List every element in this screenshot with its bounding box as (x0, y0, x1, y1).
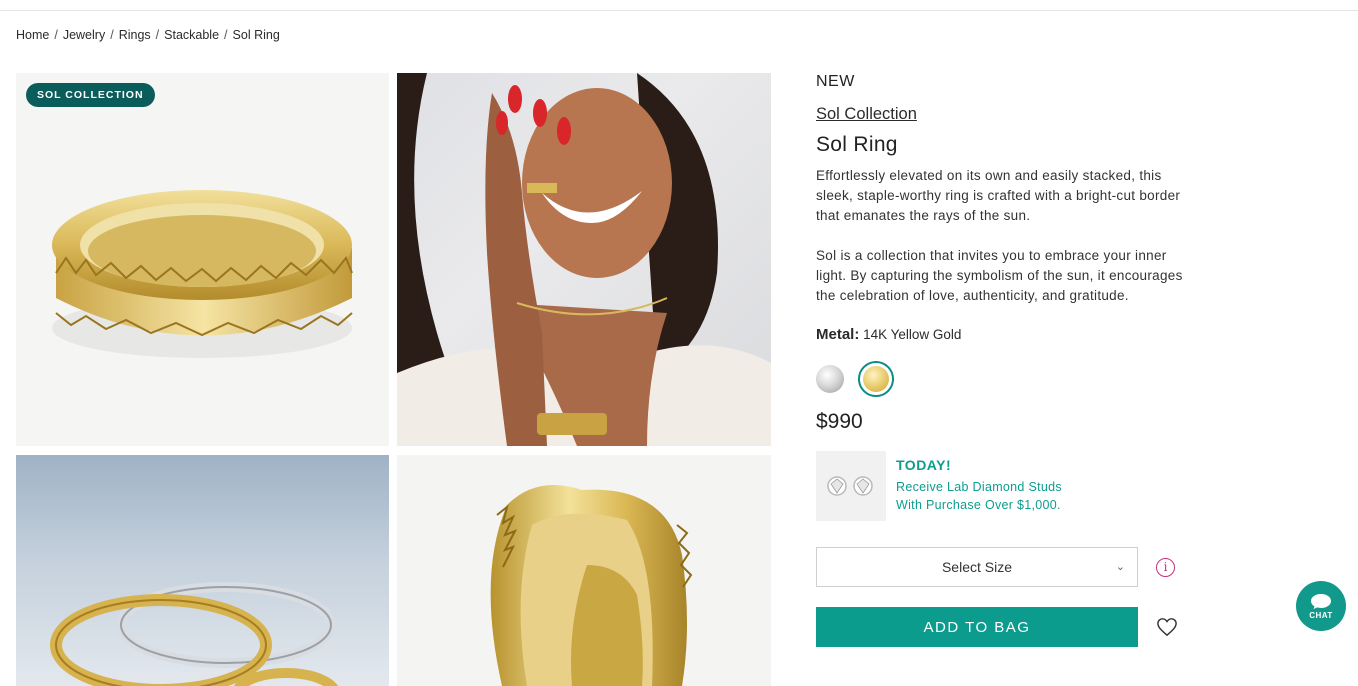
breadcrumb-separator: / (155, 28, 160, 42)
breadcrumb-rings[interactable]: Rings (119, 28, 151, 42)
heart-icon[interactable] (1156, 617, 1178, 637)
breadcrumb-stackable[interactable]: Stackable (164, 28, 219, 42)
breadcrumb-separator: / (224, 28, 228, 42)
chat-bubble-icon (1311, 593, 1331, 609)
metal-selection: Metal: 14K Yellow Gold (816, 326, 1196, 343)
bangles-image (50, 582, 339, 686)
breadcrumb-separator: / (110, 28, 114, 42)
collection-link[interactable]: Sol Collection (816, 105, 917, 124)
gallery-image-ring-side[interactable] (397, 455, 771, 686)
breadcrumb-current[interactable]: Sol Ring (233, 28, 280, 42)
product-price: $990 (816, 410, 863, 433)
description-paragraph: Sol is a collection that invites you to … (816, 248, 1183, 303)
breadcrumb-separator: / (54, 28, 58, 42)
metal-value: 14K Yellow Gold (863, 327, 962, 342)
breadcrumb-jewelry[interactable]: Jewelry (63, 28, 105, 42)
description-paragraph: Effortlessly elevated on its own and eas… (816, 168, 1181, 223)
swatch-yellow-gold-selected[interactable] (858, 361, 894, 397)
chat-button[interactable]: CHAT (1296, 581, 1346, 631)
gallery-image-ring-angle[interactable]: SOL COLLECTION (16, 73, 389, 446)
chat-label: CHAT (1309, 610, 1333, 620)
swatch-yellow-gold[interactable] (863, 366, 889, 392)
ring-angle-image (52, 190, 353, 358)
add-to-bag-button[interactable]: ADD TO BAG (816, 607, 1138, 647)
swatch-white-gold[interactable] (816, 365, 844, 393)
size-row: Select Size ⌄ i (816, 547, 1196, 587)
header-divider (0, 10, 1358, 11)
product-description: Effortlessly elevated on its own and eas… (816, 166, 1196, 306)
model-wearing-ring-image (397, 73, 771, 446)
gallery-image-model[interactable] (397, 73, 771, 446)
metal-swatches (816, 361, 1196, 397)
promo-headline: TODAY! (896, 457, 952, 473)
promo-body: Receive Lab Diamond Studs With Purchase … (896, 478, 1062, 514)
promo-offer: TODAY! Receive Lab Diamond Studs With Pu… (816, 451, 1196, 521)
bag-row: ADD TO BAG (816, 607, 1196, 647)
collection-badge: SOL COLLECTION (26, 83, 155, 107)
size-info-icon[interactable]: i (1156, 557, 1175, 577)
product-details: NEW Sol Collection Sol Ring Effortlessly… (816, 70, 1196, 647)
product-gallery: SOL COLLECTION (16, 73, 771, 686)
metal-label: Metal: (816, 326, 860, 343)
promo-line: Receive Lab Diamond Studs (896, 480, 1062, 494)
promo-image (816, 451, 886, 521)
size-select[interactable]: Select Size ⌄ (816, 547, 1138, 587)
ring-side-image (490, 485, 693, 686)
gallery-image-bangles[interactable] (16, 455, 389, 686)
breadcrumb: Home / Jewelry / Rings / Stackable / Sol… (16, 28, 280, 42)
diamond-studs-icon (827, 476, 873, 496)
product-title: Sol Ring (816, 133, 898, 156)
new-label: NEW (816, 73, 855, 90)
promo-text: TODAY! Receive Lab Diamond Studs With Pu… (896, 451, 1062, 514)
chevron-down-icon: ⌄ (1115, 561, 1125, 573)
breadcrumb-home[interactable]: Home (16, 28, 49, 42)
size-select-label: Select Size (941, 559, 1013, 575)
promo-line: With Purchase Over $1,000. (896, 498, 1061, 512)
